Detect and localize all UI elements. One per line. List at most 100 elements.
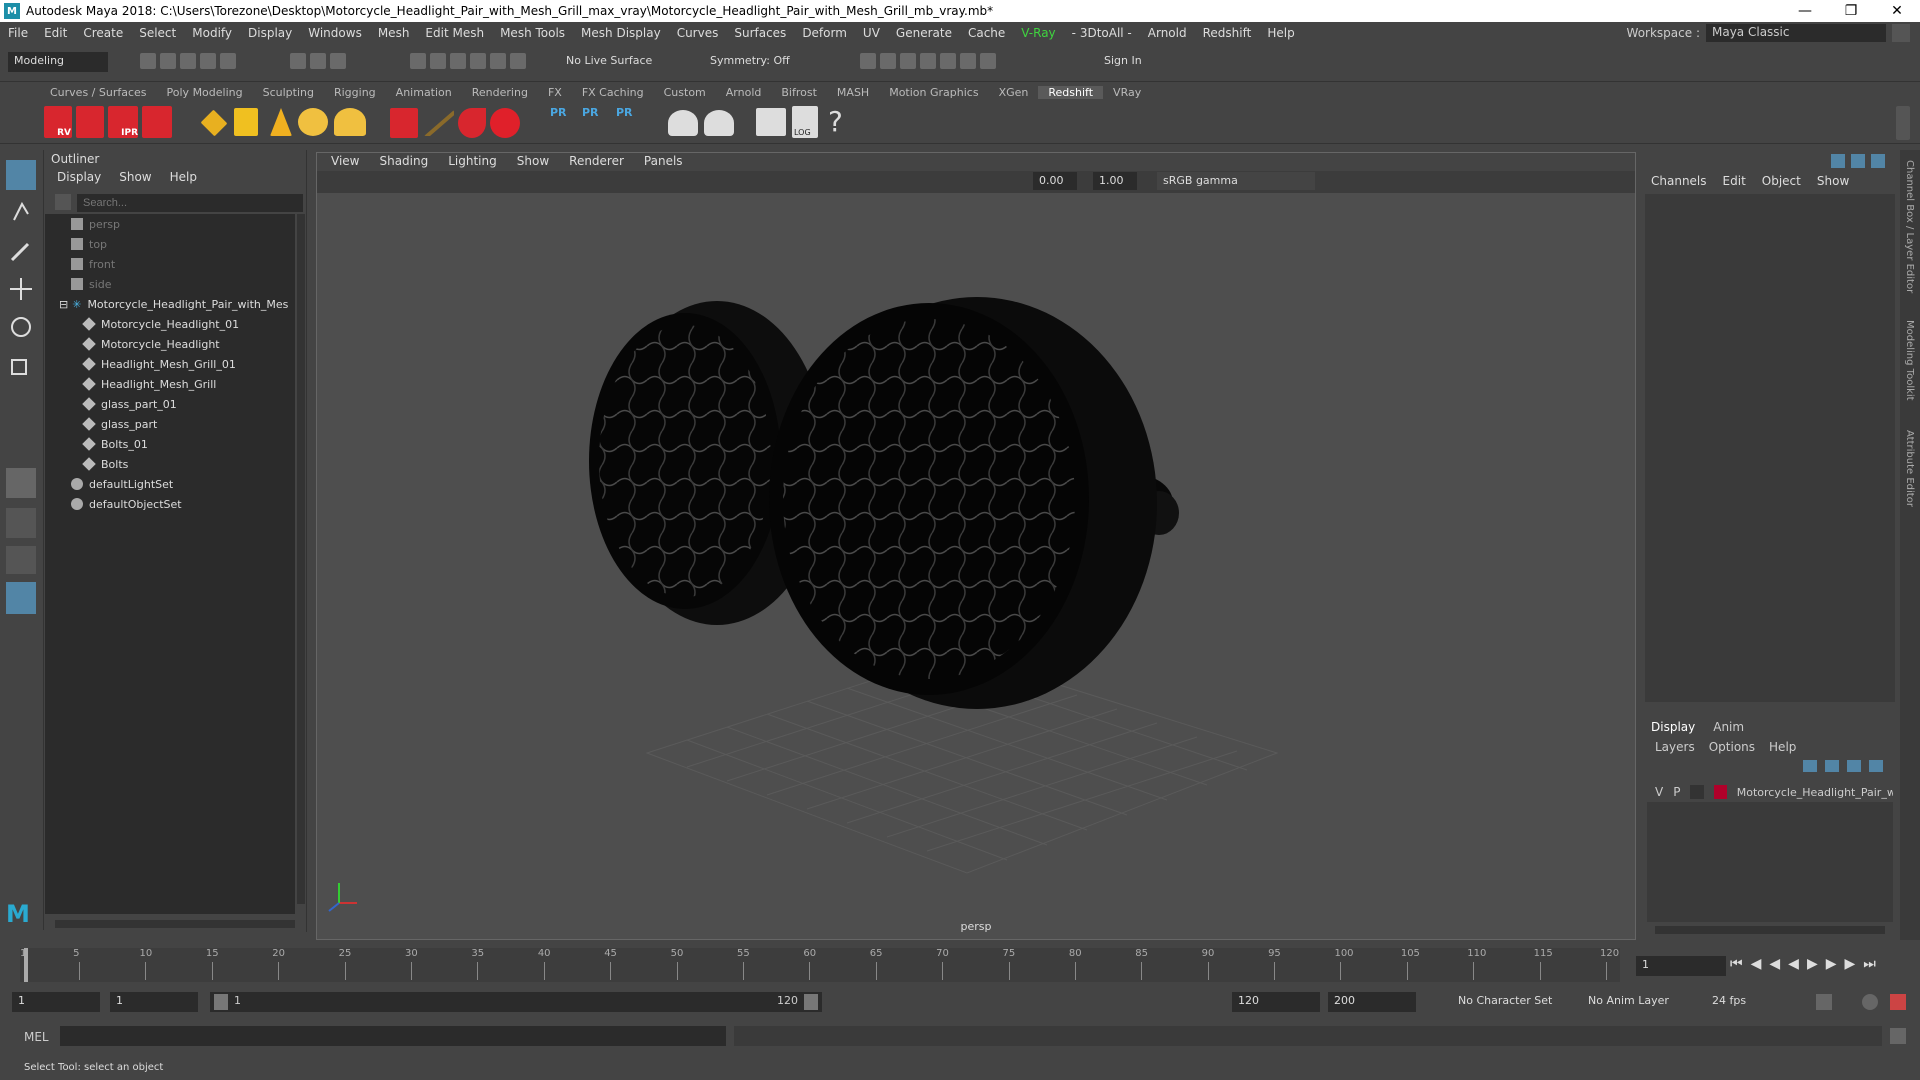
go-to-end-icon[interactable]: ⏭	[1863, 956, 1876, 972]
attribute-editor-toggle-icon[interactable]	[1851, 154, 1865, 168]
select-hierarchy-icon[interactable]	[290, 53, 306, 69]
help-icon[interactable]: ?	[828, 106, 848, 138]
outliner-item[interactable]: Headlight_Mesh_Grill_01	[45, 354, 295, 374]
outliner-item[interactable]: Bolts	[45, 454, 295, 474]
snap-view-icon[interactable]	[470, 53, 486, 69]
channel-box-menu-object[interactable]: Object	[1762, 174, 1801, 188]
shelf-tab-curves-surfaces[interactable]: Curves / Surfaces	[40, 86, 157, 99]
layer-hscrollbar[interactable]	[1655, 926, 1885, 934]
ipr-render-icon[interactable]	[880, 53, 896, 69]
menu-modify[interactable]: Modify	[184, 26, 240, 40]
save-scene-icon[interactable]	[180, 53, 196, 69]
log-icon[interactable]: LOG	[792, 106, 818, 138]
shelf-tab-arnold[interactable]: Arnold	[716, 86, 772, 99]
outliner-item[interactable]: ⊟ ✳ Motorcycle_Headlight_Pair_with_Mes	[45, 294, 295, 314]
shelf-tab-rendering[interactable]: Rendering	[462, 86, 538, 99]
command-language-label[interactable]: MEL	[24, 1030, 49, 1044]
character-set-dropdown[interactable]: No Character Set	[1452, 992, 1570, 1012]
viewport-menu-renderer[interactable]: Renderer	[561, 153, 632, 171]
maya-home-icon[interactable]: M	[6, 900, 36, 928]
layer-playback-toggle[interactable]: P	[1673, 785, 1680, 799]
outliner-item[interactable]: Headlight_Mesh_Grill	[45, 374, 295, 394]
close-button[interactable]: ✕	[1874, 0, 1920, 22]
outliner-item[interactable]: glass_part	[45, 414, 295, 434]
toggle-modeling-icon[interactable]	[960, 53, 976, 69]
teapot-alt-icon[interactable]	[704, 110, 734, 136]
snap-point-icon[interactable]	[450, 53, 466, 69]
outliner-search-input[interactable]	[77, 194, 303, 212]
menu-redshift[interactable]: Redshift	[1195, 26, 1260, 40]
viewport-menu-view[interactable]: View	[323, 153, 367, 171]
dome-light-icon[interactable]	[298, 108, 328, 136]
symmetry-dropdown[interactable]: Symmetry: Off	[704, 52, 804, 72]
shelf-tab-fx-caching[interactable]: FX Caching	[572, 86, 654, 99]
spot-light-icon[interactable]	[270, 108, 292, 136]
select-component-icon[interactable]	[330, 53, 346, 69]
outliner-item[interactable]: Motorcycle_Headlight_01	[45, 314, 295, 334]
lasso-tool-icon[interactable]	[6, 198, 36, 228]
rotate-tool-icon[interactable]	[6, 312, 36, 342]
live-surface-dropdown[interactable]: No Live Surface	[560, 52, 660, 72]
viewport-menu-panels[interactable]: Panels	[636, 153, 691, 171]
step-forward-key-icon[interactable]: ▶	[1826, 956, 1837, 972]
new-layer-from-selection-icon[interactable]	[1869, 760, 1883, 772]
four-view-layout-icon[interactable]	[6, 508, 36, 538]
volume-icon[interactable]	[458, 108, 486, 138]
command-input[interactable]	[60, 1026, 726, 1046]
move-tool-icon[interactable]	[6, 274, 36, 304]
outliner-layout-icon[interactable]	[6, 582, 36, 614]
auto-key-icon[interactable]	[1862, 994, 1878, 1010]
render-view-icon[interactable]	[940, 53, 956, 69]
pause-icon[interactable]	[980, 53, 996, 69]
redshift-rv-icon[interactable]: RV	[44, 106, 72, 138]
outliner-item[interactable]: side	[45, 274, 295, 294]
pr-swap-icon[interactable]: PR	[616, 106, 644, 138]
outliner-item[interactable]: Motorcycle_Headlight	[45, 334, 295, 354]
outliner-item[interactable]: persp	[45, 214, 295, 234]
outliner-item[interactable]: defaultObjectSet	[45, 494, 295, 514]
pr-render-icon[interactable]: PR	[582, 106, 610, 138]
step-back-key-icon[interactable]: ◀	[1751, 956, 1762, 972]
menu-edit[interactable]: Edit	[36, 26, 75, 40]
undo-icon[interactable]	[200, 53, 216, 69]
menu-generate[interactable]: Generate	[888, 26, 960, 40]
tool-settings-toggle-icon[interactable]	[1871, 154, 1885, 168]
expand-icon[interactable]: ⊟	[59, 298, 68, 311]
material-sphere-icon[interactable]	[490, 108, 520, 138]
shelf-tab-motion-graphics[interactable]: Motion Graphics	[879, 86, 988, 99]
range-start-handle[interactable]	[214, 994, 228, 1010]
sun-sky-icon[interactable]	[334, 108, 366, 136]
outliner-menu-show[interactable]: Show	[119, 170, 151, 184]
menu-mesh[interactable]: Mesh	[370, 26, 418, 40]
paint-select-icon[interactable]	[6, 236, 36, 266]
single-perspective-view-icon[interactable]	[6, 468, 36, 498]
channel-box-menu-show[interactable]: Show	[1817, 174, 1849, 188]
outliner-item[interactable]: top	[45, 234, 295, 254]
menu-select[interactable]: Select	[131, 26, 184, 40]
menu-arnold[interactable]: Arnold	[1140, 26, 1195, 40]
snap-grid-icon[interactable]	[410, 53, 426, 69]
outliner-menu-help[interactable]: Help	[170, 170, 197, 184]
shelf-tab-xgen[interactable]: XGen	[989, 86, 1039, 99]
script-editor-icon[interactable]	[1890, 1028, 1906, 1044]
menu-3dtoall[interactable]: - 3DtoAll -	[1064, 26, 1140, 40]
current-frame-marker[interactable]	[24, 948, 28, 982]
menu-set-dropdown[interactable]: Modeling	[8, 52, 108, 72]
workspace-dropdown[interactable]: Maya Classic	[1706, 24, 1886, 42]
menu-mesh-display[interactable]: Mesh Display	[573, 26, 669, 40]
gamma-field[interactable]: 1.00	[1093, 172, 1137, 190]
fps-dropdown[interactable]: 24 fps	[1706, 992, 1798, 1012]
menu-file[interactable]: File	[0, 26, 36, 40]
channel-box-body[interactable]	[1645, 194, 1895, 702]
range-end-handle[interactable]	[804, 994, 818, 1010]
shelf-tab-vray[interactable]: VRay	[1103, 86, 1151, 99]
persp-outliner-layout-icon[interactable]	[6, 546, 36, 574]
play-forward-icon[interactable]: ▶	[1807, 956, 1818, 972]
redshift-render-icon[interactable]	[76, 106, 104, 138]
portal-light-icon[interactable]	[234, 108, 258, 136]
render-frame-icon[interactable]	[860, 53, 876, 69]
playback-end-field[interactable]: 120	[1232, 992, 1320, 1012]
shelf-tab-fx[interactable]: FX	[538, 86, 572, 99]
anim-layer-dropdown[interactable]: No Anim Layer	[1582, 992, 1688, 1012]
playback-start-field[interactable]: 1	[110, 992, 198, 1012]
